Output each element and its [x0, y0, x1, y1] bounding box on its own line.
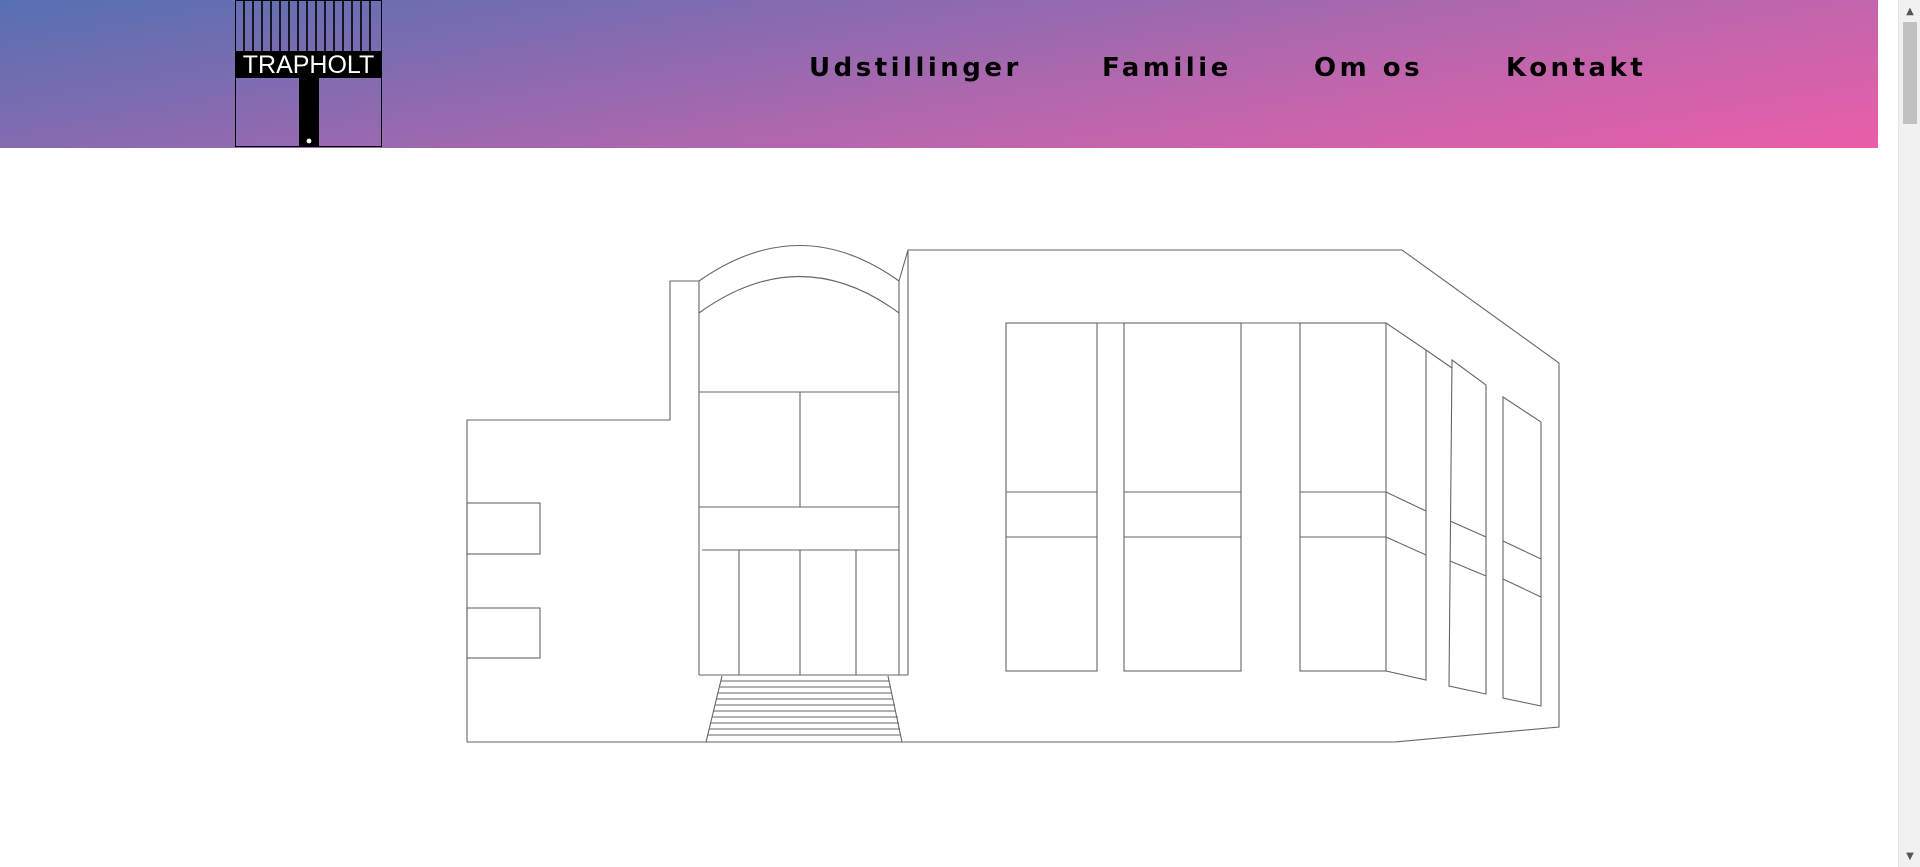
- left-wing-window-lower: [466, 607, 541, 659]
- logo-text: TRAPHOLT: [243, 51, 375, 79]
- side-window-3: [1502, 395, 1542, 707]
- vertical-scrollbar[interactable]: ▲ ▼: [1898, 0, 1920, 867]
- scrollbar-thumb[interactable]: [1903, 22, 1917, 124]
- left-wing-outline: [466, 280, 700, 742]
- site-header: TRAPHOLT Udstillinger Familie Om os Kont…: [0, 0, 1878, 148]
- tower-arch-outer: [698, 244, 900, 282]
- nav-item-om-os[interactable]: Om os: [1314, 53, 1423, 83]
- nav-item-familie[interactable]: Familie: [1102, 53, 1232, 83]
- building-illustration: [466, 244, 1560, 743]
- chevron-down-icon[interactable]: ▼: [1899, 847, 1920, 865]
- side-window-2: [1448, 358, 1487, 695]
- logo-mark: TRAPHOLT: [236, 1, 381, 146]
- left-wing-window-upper: [466, 502, 541, 555]
- nav-item-kontakt[interactable]: Kontakt: [1506, 53, 1646, 83]
- steps-lines: [708, 680, 901, 736]
- window-2: [1123, 322, 1242, 672]
- window-1: [1005, 322, 1098, 672]
- chevron-up-icon[interactable]: ▲: [1899, 2, 1920, 20]
- tower-arch-inner: [698, 275, 900, 314]
- nav-item-udstillinger[interactable]: Udstillinger: [809, 53, 1022, 83]
- trapholt-logo[interactable]: TRAPHOLT: [235, 0, 382, 147]
- steps-sides: [705, 675, 903, 743]
- window-3: [1299, 322, 1387, 672]
- page: TRAPHOLT Udstillinger Familie Om os Kont…: [0, 0, 1920, 867]
